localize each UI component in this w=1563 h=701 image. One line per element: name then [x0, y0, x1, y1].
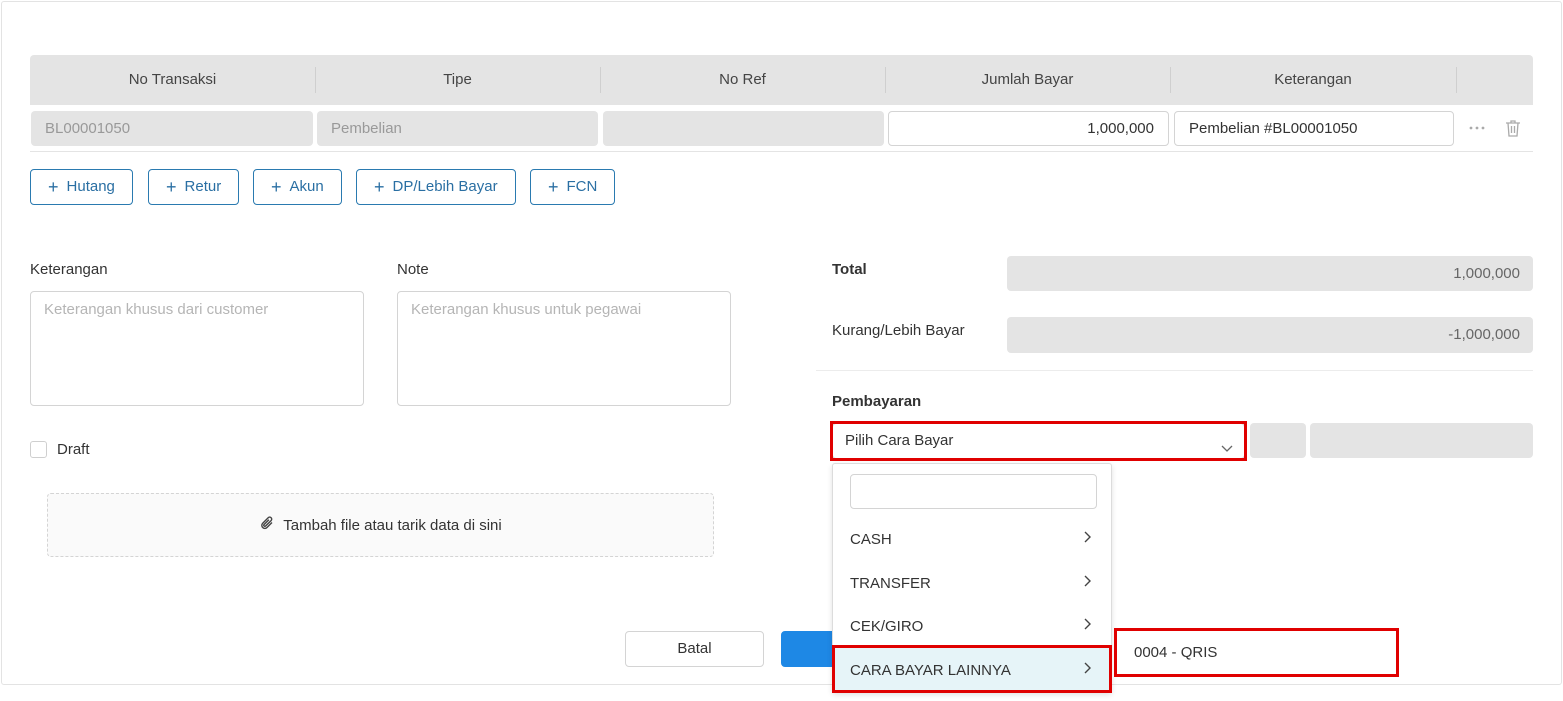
header-keterangan: Keterangan [1274, 71, 1352, 88]
menu-item-cash[interactable]: CASH [833, 517, 1111, 561]
menu-search-input[interactable] [850, 474, 1097, 509]
total-label: Total [832, 261, 867, 278]
no-transaksi-cell: BL00001050 [31, 111, 313, 146]
menu-item-cek-giro[interactable]: CEK/GIRO [833, 604, 1111, 648]
submenu-item-qris[interactable]: 0004 - QRIS [1116, 630, 1397, 675]
note-label: Note [397, 261, 429, 278]
add-akun-label: Akun [289, 178, 324, 195]
jumlah-bayar-input[interactable]: 1,000,000 [888, 111, 1169, 146]
header-no-ref: No Ref [719, 71, 766, 88]
summary-divider [816, 370, 1533, 371]
draft-label: Draft [57, 441, 90, 458]
cancel-button[interactable]: Batal [625, 631, 764, 667]
add-dp-lebih-bayar-button[interactable]: + DP/Lebih Bayar [356, 169, 516, 205]
plus-icon: + [166, 177, 177, 197]
trash-icon[interactable] [1503, 118, 1523, 138]
cara-bayar-select[interactable]: Pilih Cara Bayar [832, 423, 1245, 459]
tipe-cell: Pembelian [317, 111, 598, 146]
cara-bayar-placeholder: Pilih Cara Bayar [845, 432, 954, 449]
no-ref-cell [603, 111, 884, 146]
note-textarea[interactable]: Keterangan khusus untuk pegawai [397, 291, 731, 406]
paperclip-icon [259, 515, 275, 535]
kurang-lebih-value: -1,000,000 [1007, 317, 1533, 353]
header-divider [1456, 67, 1457, 93]
keterangan-textarea[interactable]: Keterangan khusus dari customer [30, 291, 364, 406]
menu-item-label: CASH [850, 530, 892, 548]
plus-icon: + [548, 177, 559, 197]
header-jumlah-bayar: Jumlah Bayar [981, 71, 1074, 88]
chevron-right-icon [1082, 661, 1094, 679]
pembayaran-title: Pembayaran [832, 393, 922, 410]
add-retur-label: Retur [184, 178, 222, 195]
menu-item-cara-bayar-lainnya[interactable]: CARA BAYAR LAINNYA [833, 648, 1111, 692]
chevron-right-icon [1082, 530, 1094, 548]
payment-amount [1310, 423, 1533, 458]
plus-icon: + [374, 177, 385, 197]
menu-item-label: CARA BAYAR LAINNYA [850, 661, 1011, 679]
menu-item-label: TRANSFER [850, 574, 931, 592]
payment-amount-small [1250, 423, 1306, 458]
add-retur-button[interactable]: + Retur [148, 169, 240, 205]
total-value: 1,000,000 [1007, 256, 1533, 291]
add-hutang-label: Hutang [66, 178, 115, 195]
chevron-right-icon [1082, 617, 1094, 635]
menu-item-transfer[interactable]: TRANSFER [833, 561, 1111, 605]
add-hutang-button[interactable]: + Hutang [30, 169, 133, 205]
upload-label: Tambah file atau tarik data di sini [283, 516, 502, 534]
header-no-transaksi: No Transaksi [128, 71, 217, 88]
chevron-down-icon [1220, 434, 1234, 468]
kurang-lebih-label: Kurang/Lebih Bayar [832, 322, 965, 339]
add-fcn-button[interactable]: + FCN [530, 169, 616, 205]
table-header: No Transaksi Tipe No Ref Jumlah Bayar Ke… [30, 55, 1533, 105]
file-upload-dropzone[interactable]: Tambah file atau tarik data di sini [47, 493, 714, 557]
plus-icon: + [48, 177, 59, 197]
menu-item-label: CEK/GIRO [850, 617, 924, 635]
keterangan-row-input[interactable]: Pembelian #BL00001050 [1174, 111, 1454, 146]
header-tipe: Tipe [443, 71, 472, 88]
add-akun-button[interactable]: + Akun [253, 169, 342, 205]
add-fcn-label: FCN [566, 178, 598, 195]
row-divider [30, 151, 1533, 152]
cara-bayar-menu: CASH TRANSFER CEK/GIRO CARA BAYAR LAINNY… [832, 463, 1112, 693]
keterangan-label: Keterangan [30, 261, 108, 278]
plus-icon: + [271, 177, 282, 197]
add-dp-label: DP/Lebih Bayar [392, 178, 498, 195]
draft-checkbox[interactable] [30, 441, 47, 458]
chevron-right-icon [1082, 574, 1094, 592]
more-options-icon[interactable] [1467, 118, 1487, 138]
